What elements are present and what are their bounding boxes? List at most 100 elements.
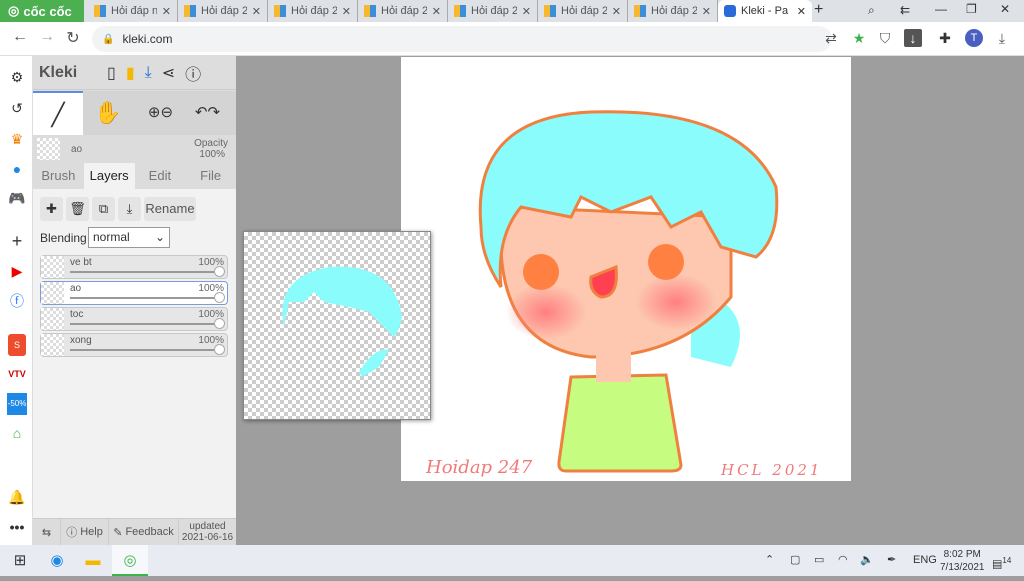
zoom-buttons[interactable]: ⊕⊖ (138, 91, 183, 135)
coccoc-menu-button[interactable]: ◎ cốc cốc (0, 0, 84, 22)
share-icon[interactable]: ⋖ (162, 63, 175, 83)
rename-button[interactable]: Rename (144, 197, 196, 221)
messenger-icon[interactable]: ● (6, 158, 28, 180)
close-tab-icon[interactable]: ✕ (612, 5, 621, 18)
help-icon[interactable]: ⓘ (185, 61, 201, 85)
layer-opacity-slider[interactable] (70, 297, 220, 299)
meet-icon[interactable]: ▢ (790, 545, 800, 576)
vtv-icon[interactable]: VTV (6, 363, 28, 385)
merge-layer-button[interactable]: ⤓ (118, 197, 141, 221)
forward-button[interactable]: → (37, 28, 57, 46)
house-icon[interactable]: ⌂ (6, 422, 28, 444)
slider-handle[interactable] (214, 344, 225, 355)
close-window-button[interactable]: ✕ (1000, 2, 1010, 16)
layer-item[interactable]: ve bt 100% (40, 255, 228, 279)
profile-avatar[interactable]: T (965, 29, 983, 47)
tab-brush[interactable]: Brush (33, 163, 84, 189)
close-tab-icon[interactable]: ✕ (702, 5, 711, 18)
close-tab-icon[interactable]: ✕ (162, 5, 171, 18)
tab-file[interactable]: File (185, 163, 236, 189)
notification-center-icon[interactable]: ▤14 (992, 545, 1011, 576)
tab-layers[interactable]: Layers (83, 163, 135, 189)
show-hidden-icons[interactable]: ⌃ (765, 545, 774, 576)
layer-opacity-slider[interactable] (70, 271, 220, 273)
browser-tab[interactable]: Hỏi đáp 2 ✕ (538, 0, 628, 22)
new-image-icon[interactable]: ▯ (107, 63, 116, 83)
help-button[interactable]: ⓘ Help (61, 519, 109, 545)
start-windows-icon[interactable]: ⊞ (5, 545, 35, 576)
hoidap-icon (274, 5, 286, 17)
back-history-icon[interactable]: ⇇ (900, 3, 910, 17)
feedback-button[interactable]: ✎ Feedback (109, 519, 179, 545)
browser-tab[interactable]: Hỏi đáp 2 ✕ (178, 0, 268, 22)
wifi-icon[interactable]: ◠ (838, 545, 848, 576)
download-extension-icon[interactable]: ↓ (904, 29, 922, 47)
duplicate-layer-button[interactable]: ⧉ (92, 197, 115, 221)
restore-button[interactable]: ❐ (966, 2, 977, 16)
shopee-icon[interactable]: S (8, 334, 26, 356)
edge-icon[interactable]: ◉ (42, 545, 72, 576)
hand-tool-button[interactable]: ✋ (83, 91, 133, 135)
extensions-puzzle-icon[interactable]: ✚ (936, 29, 954, 47)
youtube-icon[interactable]: ▶ (6, 260, 28, 282)
language-indicator[interactable]: ENG (913, 545, 937, 576)
layer-item[interactable]: xong 100% (40, 333, 228, 357)
delete-layer-button[interactable]: 🗑 (66, 197, 89, 221)
shield-icon[interactable]: ⛉ (876, 29, 894, 47)
tab-edit[interactable]: Edit (135, 163, 186, 189)
coccoc-taskbar-icon[interactable]: ◎ (112, 545, 148, 576)
url-input[interactable]: 🔒 kleki.com (92, 26, 832, 52)
close-tab-icon[interactable]: ✕ (342, 5, 351, 18)
downloads-icon[interactable]: ⤓ (993, 29, 1011, 47)
battery-icon[interactable]: ▭ (814, 545, 824, 576)
layer-item[interactable]: toc 100% (40, 307, 228, 331)
close-tab-icon[interactable]: ✕ (252, 5, 261, 18)
brush-tool-button[interactable]: ╱ (33, 91, 83, 135)
close-tab-icon[interactable]: ✕ (432, 5, 441, 18)
layer-item[interactable]: ao 100% (40, 281, 228, 305)
more-icon[interactable]: ••• (6, 516, 28, 538)
slider-handle[interactable] (214, 318, 225, 329)
file-explorer-icon[interactable]: ▬ (78, 545, 108, 576)
browser-tab[interactable]: Hỏi đáp 2 ✕ (628, 0, 718, 22)
reload-button[interactable]: ↻ (63, 28, 83, 48)
layer-opacity-slider[interactable] (70, 323, 220, 325)
browser-tab[interactable]: Hỏi đáp n ✕ (88, 0, 178, 22)
game-controller-icon[interactable]: 🎮 (6, 187, 28, 209)
slider-handle[interactable] (214, 266, 225, 277)
save-download-icon[interactable]: ⤓ (145, 64, 152, 82)
undo-redo-buttons[interactable]: ↶↷ (185, 91, 230, 135)
history-icon[interactable]: ↺ (6, 97, 28, 119)
tab-search-icon[interactable]: ⌕ (868, 3, 875, 18)
crown-icon[interactable]: ♛ (6, 128, 28, 150)
back-button[interactable]: ← (10, 28, 30, 46)
clock[interactable]: 8:02 PM 7/13/2021 (940, 548, 985, 574)
bookmark-star-icon[interactable]: ★ (850, 29, 868, 47)
add-shortcut-icon[interactable]: + (6, 230, 28, 252)
close-tab-icon[interactable]: ✕ (522, 5, 531, 18)
minimize-button[interactable]: — (935, 2, 947, 16)
slider-handle[interactable] (214, 292, 225, 303)
facebook-icon[interactable]: ⓕ (6, 290, 28, 312)
browser-tab[interactable]: Hỏi đáp 2 ✕ (358, 0, 448, 22)
artwork (478, 110, 779, 473)
signature-left: Hoidap 247 (426, 457, 533, 478)
open-folder-icon[interactable]: ▮ (126, 63, 135, 83)
settings-gear-icon[interactable]: ⚙ (6, 66, 28, 88)
sale-icon[interactable]: -50% (7, 393, 27, 415)
swap-side-icon[interactable]: ⇆ (33, 519, 61, 545)
volume-icon[interactable]: 🔈 (860, 545, 874, 576)
layer-opacity-slider[interactable] (70, 349, 220, 351)
pen-icon[interactable]: ✒ (887, 545, 896, 576)
blending-select[interactable]: normal ⌄ (88, 227, 170, 248)
close-tab-icon[interactable]: ✕ (797, 5, 806, 18)
new-tab-button[interactable]: + (814, 1, 823, 19)
browser-tab[interactable]: Kleki - Pa ✕ (718, 0, 812, 22)
translate-icon[interactable]: ⇄ (822, 29, 840, 47)
browser-tab[interactable]: Hỏi đáp 2 ✕ (268, 0, 358, 22)
add-layer-button[interactable]: ✚ (40, 197, 63, 221)
notification-bell-icon[interactable]: 🔔 (6, 486, 28, 508)
drawing-canvas[interactable]: Hoidap 247 HCL 2021 (401, 57, 851, 481)
browser-tab[interactable]: Hỏi đáp 2 ✕ (448, 0, 538, 22)
browser-sidebar: ⚙ ↺ ♛ ● 🎮 + ▶ ⓕ S VTV -50% ⌂ 🔔 ••• (0, 56, 33, 545)
